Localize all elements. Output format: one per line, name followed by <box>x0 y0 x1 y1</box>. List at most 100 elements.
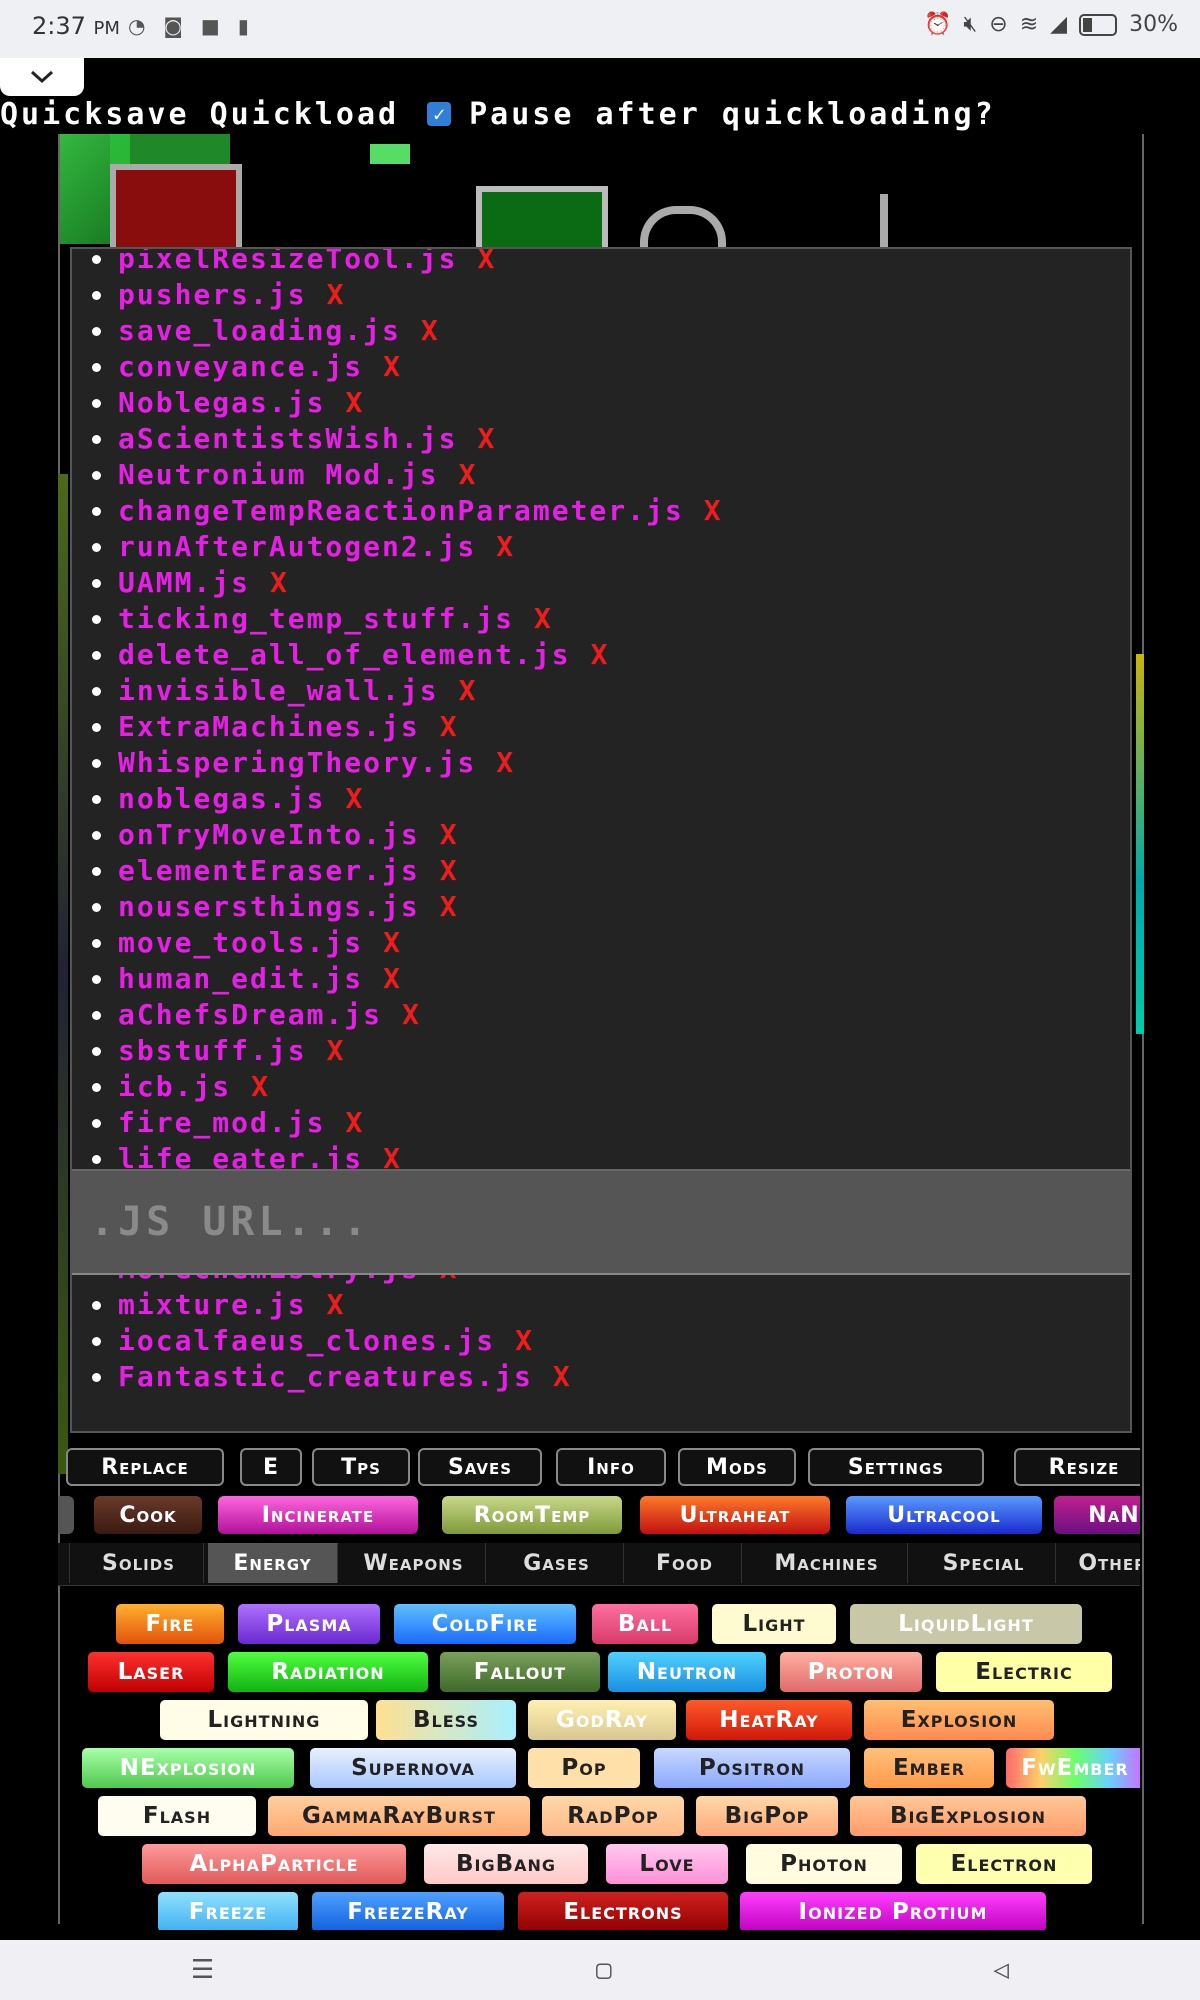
element-flash[interactable]: Flash <box>98 1796 256 1836</box>
element-ionized-protium[interactable]: Ionized Protium <box>740 1892 1046 1930</box>
element-nexplosion[interactable]: NExplosion <box>82 1748 294 1788</box>
quicksave-button[interactable]: Quicksave <box>0 97 190 132</box>
element-supernova[interactable]: Supernova <box>310 1748 516 1788</box>
tool-button-info[interactable]: Info <box>556 1448 666 1486</box>
tab-gases[interactable]: Gases <box>490 1543 624 1583</box>
quickload-button[interactable]: Quickload <box>210 97 400 132</box>
element-bigexplosion[interactable]: BigExplosion <box>850 1796 1086 1836</box>
element-radpop[interactable]: RadPop <box>542 1796 684 1836</box>
element-godray[interactable]: GodRay <box>528 1700 676 1740</box>
remove-mod-button[interactable]: X <box>459 674 478 707</box>
element-freeze[interactable]: Freeze <box>158 1892 298 1930</box>
element-explosion[interactable]: Explosion <box>864 1700 1054 1740</box>
element-fire[interactable]: Fire <box>116 1604 224 1644</box>
remove-mod-button[interactable]: X <box>383 962 402 995</box>
tab-food[interactable]: Food <box>628 1543 742 1583</box>
mod-list-item: Neutronium Mod.js X <box>92 457 478 493</box>
mode-button-ultracool[interactable]: Ultracool <box>846 1496 1042 1534</box>
element-ember[interactable]: Ember <box>864 1748 994 1788</box>
tool-button-settings[interactable]: Settings <box>808 1448 984 1486</box>
remove-mod-button[interactable]: X <box>440 890 459 923</box>
pause-checkbox[interactable]: ✓ <box>427 102 452 126</box>
remove-mod-button[interactable]: X <box>383 926 402 959</box>
element-radiation[interactable]: Radiation <box>228 1652 428 1692</box>
mode-button-partial[interactable] <box>58 1496 74 1534</box>
element-fwember[interactable]: FwEmber <box>1006 1748 1140 1788</box>
mode-button-cook[interactable]: Cook <box>94 1496 202 1534</box>
remove-mod-button[interactable]: X <box>345 386 364 419</box>
remove-mod-button[interactable]: X <box>515 1324 534 1357</box>
remove-mod-button[interactable]: X <box>704 494 723 527</box>
tool-button-e[interactable]: E <box>240 1448 302 1486</box>
element-positron[interactable]: Positron <box>654 1748 850 1788</box>
element-plasma[interactable]: Plasma <box>238 1604 380 1644</box>
element-alphaparticle[interactable]: AlphaParticle <box>142 1844 406 1884</box>
mode-button-ultraheat[interactable]: Ultraheat <box>640 1496 830 1534</box>
element-neutron[interactable]: Neutron <box>608 1652 766 1692</box>
remove-mod-button[interactable]: X <box>496 746 515 779</box>
element-ball[interactable]: Ball <box>592 1604 698 1644</box>
remove-mod-button[interactable]: X <box>270 566 289 599</box>
element-love[interactable]: Love <box>606 1844 728 1884</box>
tab-solids[interactable]: Solids <box>74 1543 204 1583</box>
element-electric[interactable]: Electric <box>936 1652 1112 1692</box>
element-heatray[interactable]: HeatRay <box>686 1700 852 1740</box>
element-fallout[interactable]: Fallout <box>440 1652 600 1692</box>
remove-mod-button[interactable]: X <box>553 1360 572 1393</box>
element-gammarayburst[interactable]: GammaRayBurst <box>268 1796 530 1836</box>
remove-mod-button[interactable]: X <box>383 350 402 383</box>
remove-mod-button[interactable]: X <box>251 1070 270 1103</box>
element-pop[interactable]: Pop <box>528 1748 640 1788</box>
back-icon[interactable]: ◁ <box>993 1955 1009 1985</box>
video-icon: ■ <box>200 14 220 38</box>
mode-button-roomtemp[interactable]: RoomTemp <box>442 1496 622 1534</box>
menu-icon[interactable]: ☰ <box>191 1955 214 1985</box>
tool-button-saves[interactable]: Saves <box>418 1448 542 1486</box>
element-light[interactable]: Light <box>712 1604 836 1644</box>
remove-mod-button[interactable]: X <box>534 602 553 635</box>
element-bigpop[interactable]: BigPop <box>696 1796 838 1836</box>
remove-mod-button[interactable]: X <box>477 249 496 275</box>
mod-list-item: noblegas.js X <box>92 781 364 817</box>
remove-mod-button[interactable]: X <box>496 530 515 563</box>
element-lightning[interactable]: Lightning <box>160 1700 368 1740</box>
element-freezeray[interactable]: FreezeRay <box>312 1892 504 1930</box>
remove-mod-button[interactable]: X <box>440 854 459 887</box>
tool-button-replace[interactable]: Replace <box>66 1448 224 1486</box>
element-laser[interactable]: Laser <box>88 1652 214 1692</box>
element-electron[interactable]: Electron <box>916 1844 1092 1884</box>
remove-mod-button[interactable]: X <box>402 998 421 1031</box>
remove-mod-button[interactable]: X <box>327 1288 346 1321</box>
tab-weapons[interactable]: Weapons <box>342 1543 486 1583</box>
element-liquidlight[interactable]: LiquidLight <box>850 1604 1082 1644</box>
remove-mod-button[interactable]: X <box>440 818 459 851</box>
tab-machines[interactable]: Machines <box>746 1543 908 1583</box>
remove-mod-button[interactable]: X <box>421 314 440 347</box>
collapse-toggle[interactable] <box>0 58 84 96</box>
remove-mod-button[interactable]: X <box>477 422 496 455</box>
tab-other[interactable]: Other <box>1058 1543 1140 1583</box>
element-coldfire[interactable]: ColdFire <box>394 1604 576 1644</box>
tool-button-tps[interactable]: Tps <box>312 1448 410 1486</box>
element-electrons[interactable]: Electrons <box>518 1892 728 1930</box>
remove-mod-button[interactable]: X <box>591 638 610 671</box>
tool-button-mods[interactable]: Mods <box>678 1448 796 1486</box>
tool-button-resize[interactable]: Resize <box>1014 1448 1140 1486</box>
remove-mod-button[interactable]: X <box>440 710 459 743</box>
remove-mod-button[interactable]: X <box>345 782 364 815</box>
mode-button-nan[interactable]: NaN <box>1054 1496 1140 1534</box>
element-bigbang[interactable]: BigBang <box>424 1844 588 1884</box>
remove-mod-button[interactable]: X <box>327 278 346 311</box>
element-proton[interactable]: Proton <box>780 1652 922 1692</box>
mode-button-incinerate[interactable]: Incinerate <box>218 1496 418 1534</box>
tab-special[interactable]: Special <box>912 1543 1056 1583</box>
tab-energy[interactable]: Energy <box>208 1543 338 1583</box>
remove-mod-button[interactable]: X <box>459 458 478 491</box>
mod-url-input[interactable] <box>72 1171 1130 1273</box>
element-photon[interactable]: Photon <box>746 1844 902 1884</box>
remove-mod-button[interactable]: X <box>345 1106 364 1139</box>
category-tab-partial[interactable] <box>58 1543 70 1583</box>
home-icon[interactable]: ▢ <box>596 1955 612 1985</box>
remove-mod-button[interactable]: X <box>327 1034 346 1067</box>
element-bless[interactable]: Bless <box>376 1700 516 1740</box>
